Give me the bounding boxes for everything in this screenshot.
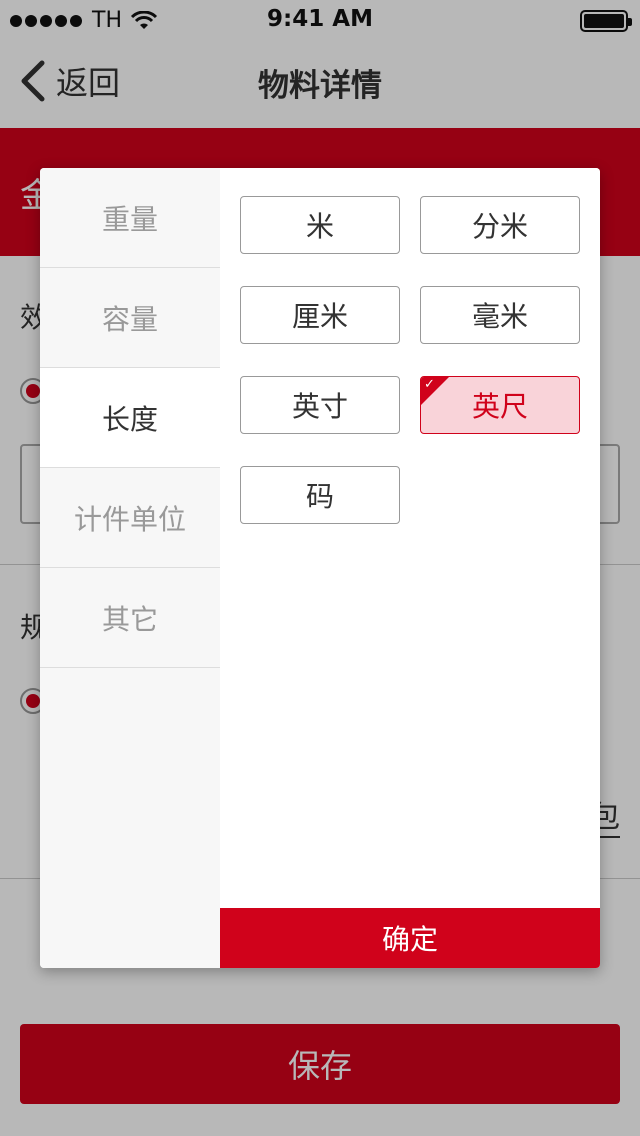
category-label: 其它 bbox=[101, 602, 158, 636]
unit-option-centimeter[interactable]: ✓ 厘米 bbox=[240, 286, 400, 344]
unit-label: 码 bbox=[305, 480, 334, 513]
unit-option-foot[interactable]: ✓ 英尺 bbox=[420, 376, 580, 434]
category-length[interactable]: 长度 bbox=[40, 368, 220, 468]
category-label: 计件单位 bbox=[73, 502, 186, 536]
unit-picker-modal: 重量 容量 长度 计件单位 其它 ✓ 米 ✓ 分米 ✓ 厘米 ✓ 毫米 ✓ 英寸… bbox=[40, 168, 600, 968]
unit-option-yard[interactable]: ✓ 码 bbox=[240, 466, 400, 524]
category-weight[interactable]: 重量 bbox=[40, 168, 220, 268]
unit-label: 英寸 bbox=[291, 390, 348, 423]
category-label: 容量 bbox=[101, 302, 158, 336]
unit-option-inch[interactable]: ✓ 英寸 bbox=[240, 376, 400, 434]
unit-option-meter[interactable]: ✓ 米 bbox=[240, 196, 400, 254]
unit-label: 英尺 bbox=[471, 390, 528, 423]
category-list: 重量 容量 长度 计件单位 其它 bbox=[40, 168, 220, 968]
category-label: 重量 bbox=[101, 202, 158, 236]
confirm-button[interactable]: 确定 bbox=[220, 908, 600, 968]
category-other[interactable]: 其它 bbox=[40, 568, 220, 668]
unit-label: 厘米 bbox=[291, 300, 348, 333]
category-piece-unit[interactable]: 计件单位 bbox=[40, 468, 220, 568]
unit-grid: ✓ 米 ✓ 分米 ✓ 厘米 ✓ 毫米 ✓ 英寸 ✓ 英尺 ✓ 码 bbox=[220, 168, 600, 908]
unit-label: 毫米 bbox=[471, 300, 528, 333]
unit-label: 分米 bbox=[471, 210, 528, 243]
unit-option-millimeter[interactable]: ✓ 毫米 bbox=[420, 286, 580, 344]
category-label: 长度 bbox=[101, 402, 158, 436]
unit-label: 米 bbox=[305, 210, 334, 243]
check-icon: ✓ bbox=[424, 377, 435, 392]
category-volume[interactable]: 容量 bbox=[40, 268, 220, 368]
unit-option-decimeter[interactable]: ✓ 分米 bbox=[420, 196, 580, 254]
